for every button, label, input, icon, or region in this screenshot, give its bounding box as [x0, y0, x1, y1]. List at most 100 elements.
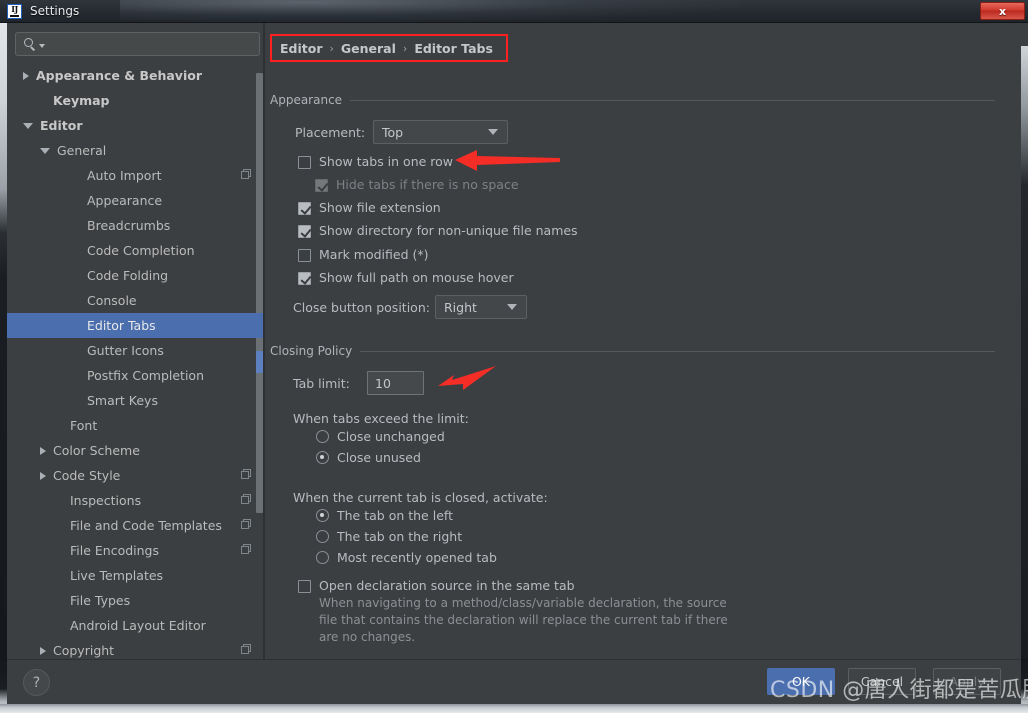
- window-buttons: x: [979, 2, 1025, 20]
- copy-settings-icon[interactable]: [241, 494, 252, 505]
- copy-settings-icon[interactable]: [241, 544, 252, 555]
- copy-settings-icon[interactable]: [241, 469, 252, 480]
- ok-button[interactable]: OK: [767, 668, 835, 695]
- window-edge-right: [1021, 46, 1028, 682]
- radio-close-unchanged[interactable]: Close unchanged: [316, 429, 445, 444]
- breadcrumb-item-general[interactable]: General: [341, 41, 396, 56]
- sidebar-item-label: Code Completion: [87, 243, 195, 258]
- checkbox-box[interactable]: [298, 580, 311, 593]
- annotation-arrow-tab-limit: [438, 366, 496, 390]
- sidebar-item-label: Gutter Icons: [87, 343, 164, 358]
- radio-tab-on-the-right[interactable]: The tab on the right: [316, 529, 462, 544]
- sidebar-item-keymap[interactable]: Keymap: [7, 88, 264, 113]
- checkbox-open-declaration-source-in-same-tab[interactable]: Open declaration source in the same tab: [298, 578, 575, 593]
- apply-button[interactable]: Apply: [933, 668, 1001, 695]
- checkbox-show-tabs-in-one-row[interactable]: Show tabs in one row: [298, 154, 453, 169]
- sidebar-item-copyright[interactable]: Copyright: [7, 638, 264, 659]
- checkbox-box[interactable]: [298, 225, 311, 238]
- radio-tab-on-the-left[interactable]: The tab on the left: [316, 508, 453, 523]
- sidebar-item-label: File Types: [70, 593, 131, 608]
- checkbox-show-full-path-on-mouse-hover[interactable]: Show full path on mouse hover: [298, 270, 514, 285]
- tab-limit-input[interactable]: 10: [367, 371, 424, 395]
- sidebar-item-color-scheme[interactable]: Color Scheme: [7, 438, 264, 463]
- checkbox-mark-modified[interactable]: Mark modified (*): [298, 247, 429, 262]
- copy-settings-icon[interactable]: [241, 644, 252, 655]
- breadcrumb-item-editor[interactable]: Editor: [280, 41, 323, 56]
- sidebar-item-label: Auto Import: [87, 168, 162, 183]
- checkbox-box[interactable]: [298, 249, 311, 262]
- checkbox-show-directory-for-non-unique-file-names[interactable]: Show directory for non-unique file names: [298, 223, 578, 238]
- sidebar-item-label: Appearance & Behavior: [36, 68, 202, 83]
- checkbox-box[interactable]: [298, 272, 311, 285]
- sidebar-item-label: Postfix Completion: [87, 368, 204, 383]
- sidebar-item-smart-keys[interactable]: Smart Keys: [7, 388, 264, 413]
- checkbox-label: Mark modified (*): [319, 247, 429, 262]
- copy-settings-icon[interactable]: [241, 169, 252, 180]
- sidebar-item-code-completion[interactable]: Code Completion: [7, 238, 264, 263]
- chevron-down-icon[interactable]: [23, 122, 33, 129]
- cancel-button[interactable]: Cancel: [848, 668, 916, 695]
- sidebar-item-code-style[interactable]: Code Style: [7, 463, 264, 488]
- chevron-down-icon[interactable]: [40, 147, 50, 154]
- sidebar-item-console[interactable]: Console: [7, 288, 264, 313]
- sidebar-item-file-encodings[interactable]: File Encodings: [7, 538, 264, 563]
- sidebar-item-file-and-code-templates[interactable]: File and Code Templates: [7, 513, 264, 538]
- sidebar-item-label: Copyright: [53, 643, 115, 658]
- radio-box[interactable]: [316, 551, 329, 564]
- sidebar-item-appearance[interactable]: Appearance: [7, 188, 264, 213]
- sidebar-item-gutter-icons[interactable]: Gutter Icons: [7, 338, 264, 363]
- section-divider-line: [360, 350, 995, 352]
- radio-box[interactable]: [316, 451, 329, 464]
- sidebar-item-android-layout-editor[interactable]: Android Layout Editor: [7, 613, 264, 638]
- checkbox-hide-tabs-if-no-space[interactable]: Hide tabs if there is no space: [315, 177, 519, 192]
- close-button-position-dropdown[interactable]: Right: [435, 295, 527, 319]
- chevron-right-icon[interactable]: [23, 71, 29, 80]
- sidebar-item-label: File Encodings: [70, 543, 160, 558]
- checkbox-box[interactable]: [298, 156, 311, 169]
- radio-label: The tab on the right: [337, 529, 463, 544]
- help-button[interactable]: ?: [23, 669, 50, 696]
- sidebar-item-inspections[interactable]: Inspections: [7, 488, 264, 513]
- radio-most-recently-opened-tab[interactable]: Most recently opened tab: [316, 550, 497, 565]
- sidebar-item-live-templates[interactable]: Live Templates: [7, 563, 264, 588]
- radio-close-unused[interactable]: Close unused: [316, 450, 421, 465]
- sidebar-item-auto-import[interactable]: Auto Import: [7, 163, 264, 188]
- close-icon[interactable]: x: [980, 2, 1025, 20]
- placement-label: Placement:: [295, 125, 366, 140]
- sidebar-item-appearance-behavior[interactable]: Appearance & Behavior: [7, 63, 264, 88]
- sidebar-item-general[interactable]: General: [7, 138, 264, 163]
- checkbox-show-file-extension[interactable]: Show file extension: [298, 200, 441, 215]
- checkbox-box[interactable]: [298, 202, 311, 215]
- radio-box[interactable]: [316, 430, 329, 443]
- checkbox-label: Hide tabs if there is no space: [336, 177, 519, 192]
- appearance-section-header: Appearance: [270, 93, 995, 107]
- settings-tree[interactable]: Appearance & Behavior Keymap Editor General…: [7, 63, 264, 659]
- checkbox-label: Show directory for non-unique file names: [319, 223, 578, 238]
- placement-dropdown[interactable]: Top: [373, 120, 508, 144]
- sidebar-item-postfix-completion[interactable]: Postfix Completion: [7, 363, 264, 388]
- chevron-right-icon[interactable]: [40, 646, 46, 655]
- sidebar-item-code-folding[interactable]: Code Folding: [7, 263, 264, 288]
- copy-settings-icon[interactable]: [241, 519, 252, 530]
- sidebar-item-label: Live Templates: [70, 568, 164, 583]
- dialog-body: Appearance & Behavior Keymap Editor General…: [0, 23, 1028, 682]
- chevron-right-icon[interactable]: [40, 446, 46, 455]
- chevron-right-icon[interactable]: [40, 471, 46, 480]
- sidebar-item-font[interactable]: Font: [7, 413, 264, 438]
- checkbox-box[interactable]: [315, 179, 328, 192]
- search-input[interactable]: [45, 37, 259, 51]
- settings-dialog-window: Settings x Appearance: [0, 0, 1028, 713]
- dialog-footer-inner: ? OK Cancel Apply: [7, 659, 1021, 704]
- sidebar-item-editor-tabs[interactable]: Editor Tabs: [7, 313, 264, 338]
- search-box[interactable]: [15, 32, 260, 56]
- checkbox-label: Show file extension: [319, 200, 441, 215]
- sidebar-item-editor[interactable]: Editor: [7, 113, 264, 138]
- radio-box[interactable]: [316, 530, 329, 543]
- when-current-tab-closed-label: When the current tab is closed, activate…: [293, 490, 548, 505]
- title-bar-glow: [120, 0, 740, 23]
- radio-box[interactable]: [316, 509, 329, 522]
- sidebar-item-file-types[interactable]: File Types: [7, 588, 264, 613]
- sidebar-item-label: Android Layout Editor: [70, 618, 206, 633]
- sidebar-item-breadcrumbs[interactable]: Breadcrumbs: [7, 213, 264, 238]
- breadcrumb-item-editor-tabs[interactable]: Editor Tabs: [414, 41, 493, 56]
